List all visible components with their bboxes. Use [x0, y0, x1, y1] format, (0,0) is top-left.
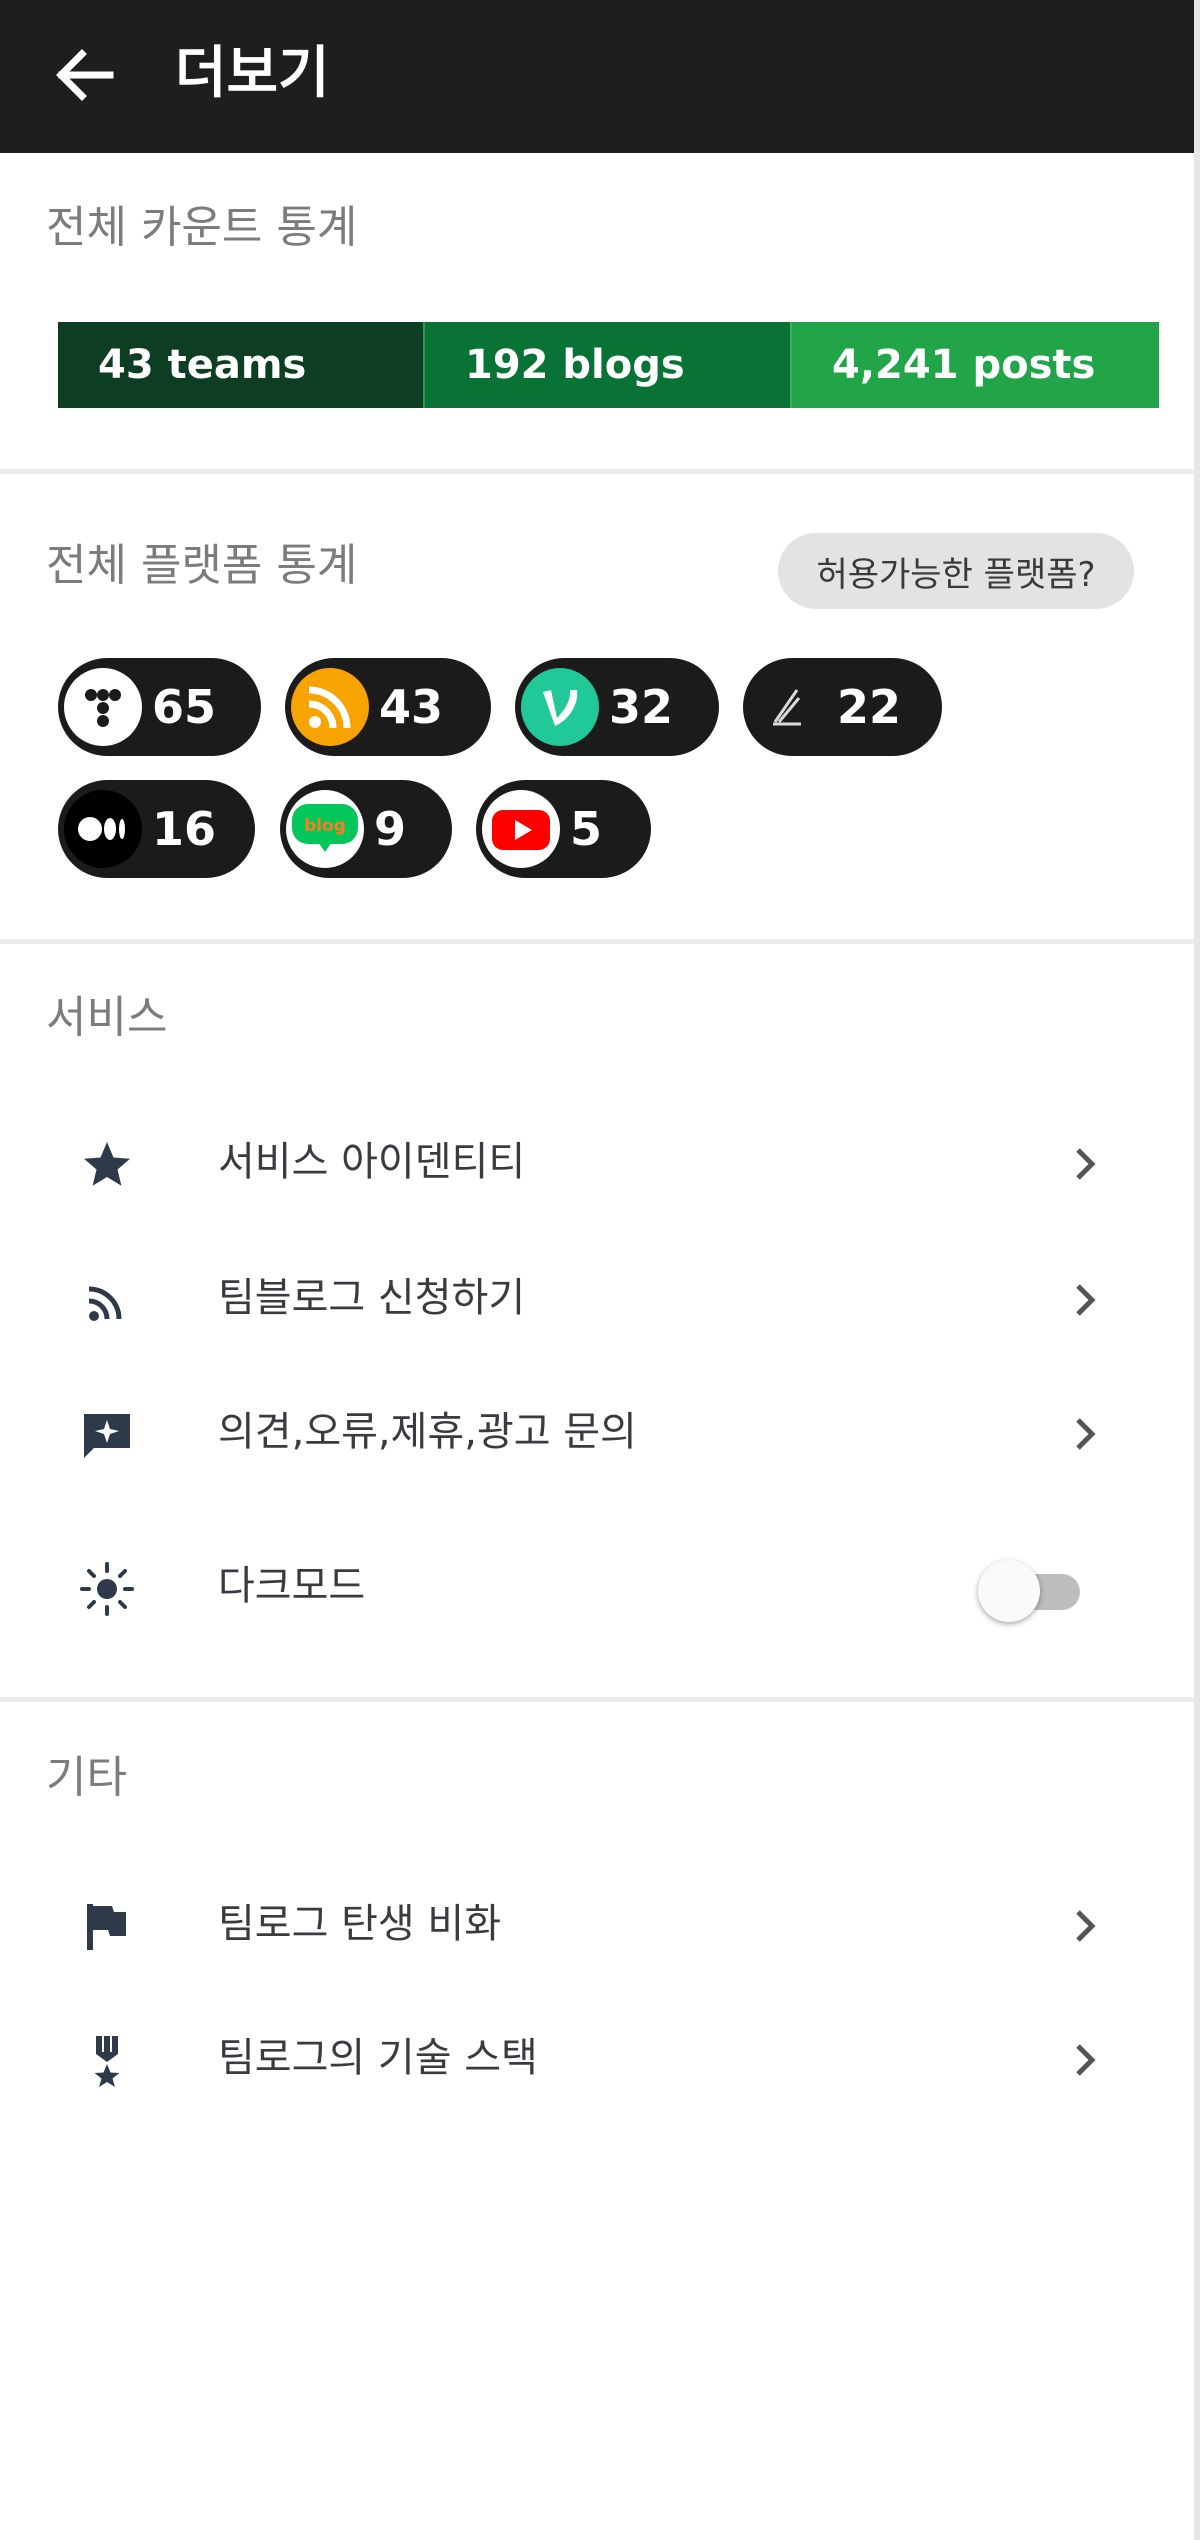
menu-label: 다크모드 [218, 1563, 366, 1609]
sun-icon [80, 1562, 134, 1616]
blogs-count: 192 blogs [423, 322, 790, 408]
platform-count: 9 [374, 802, 407, 856]
brunch-icon [749, 668, 827, 746]
app-bar: 더보기 [0, 0, 1194, 153]
menu-label: 서비스 아이덴티티 [218, 1139, 526, 1185]
menu-label: 팀블로그 신청하기 [218, 1275, 526, 1321]
section-divider [0, 939, 1194, 944]
arrow-left-icon [56, 49, 114, 101]
toggle-knob [978, 1560, 1040, 1622]
youtube-icon [482, 790, 560, 868]
chevron-right-icon [1076, 2044, 1096, 2076]
star-icon [84, 1142, 130, 1186]
count-stats-bar: 43 teams 192 blogs 4,241 posts [58, 322, 1159, 408]
menu-label: 의견,오류,제휴,광고 문의 [218, 1409, 637, 1455]
chevron-right-icon [1076, 1418, 1096, 1450]
menu-feedback[interactable]: 의견,오류,제휴,광고 문의 [0, 1374, 1194, 1494]
menu-team-blog-apply[interactable]: 팀블로그 신청하기 [0, 1240, 1194, 1360]
etc-title: 기타 [46, 1752, 127, 1803]
platform-count: 5 [570, 802, 603, 856]
menu-label: 팀로그의 기술 스택 [218, 2035, 538, 2081]
menu-service-identity[interactable]: 서비스 아이덴티티 [0, 1104, 1194, 1224]
platform-chip-youtube[interactable]: 5 [476, 780, 651, 878]
dark-mode-toggle[interactable] [978, 1560, 1088, 1622]
posts-count: 4,241 posts [790, 322, 1159, 408]
tistory-icon [64, 668, 142, 746]
platform-stats-title: 전체 플랫폼 통계 [46, 540, 358, 591]
rss-icon [291, 668, 369, 746]
chevron-right-icon [1076, 1148, 1096, 1180]
menu-tech-stack[interactable]: 팀로그의 기술 스택 [0, 2000, 1194, 2120]
award-icon [94, 2036, 120, 2087]
section-divider [0, 469, 1194, 474]
back-button[interactable] [50, 40, 120, 110]
flag-icon [87, 1904, 126, 1950]
services-title: 서비스 [46, 992, 168, 1043]
platform-chip-naver-blog[interactable]: blog 9 [280, 780, 452, 878]
platform-chip-rss[interactable]: 43 [285, 658, 491, 756]
platform-count: 16 [152, 802, 217, 856]
count-stats-title: 전체 카운트 통계 [46, 202, 358, 253]
svg-text:blog: blog [304, 816, 346, 836]
platform-chip-tistory[interactable]: 65 [58, 658, 261, 756]
scrollbar-edge [1194, 0, 1200, 2540]
platform-chip-velog[interactable]: 32 [515, 658, 719, 756]
platform-count: 43 [379, 680, 444, 734]
platform-chip-brunch[interactable]: 22 [743, 658, 942, 756]
page-title: 더보기 [175, 41, 330, 106]
teams-count: 43 teams [58, 322, 423, 408]
section-divider [0, 1697, 1194, 1702]
rss-feed-icon [88, 1286, 122, 1321]
menu-origin-story[interactable]: 팀로그 탄생 비화 [0, 1866, 1194, 1986]
chevron-right-icon [1076, 1910, 1096, 1942]
platform-count: 22 [837, 680, 902, 734]
platform-chip-medium[interactable]: 16 [58, 780, 255, 878]
velog-icon [521, 668, 599, 746]
platform-count: 65 [152, 680, 217, 734]
chevron-right-icon [1076, 1284, 1096, 1316]
feedback-icon [84, 1414, 130, 1458]
menu-label: 팀로그 탄생 비화 [218, 1901, 502, 1947]
medium-icon [64, 790, 142, 868]
allowed-platforms-button[interactable]: 허용가능한 플랫폼? [778, 533, 1134, 609]
platform-count: 32 [609, 680, 674, 734]
naver-blog-icon: blog [286, 790, 364, 868]
